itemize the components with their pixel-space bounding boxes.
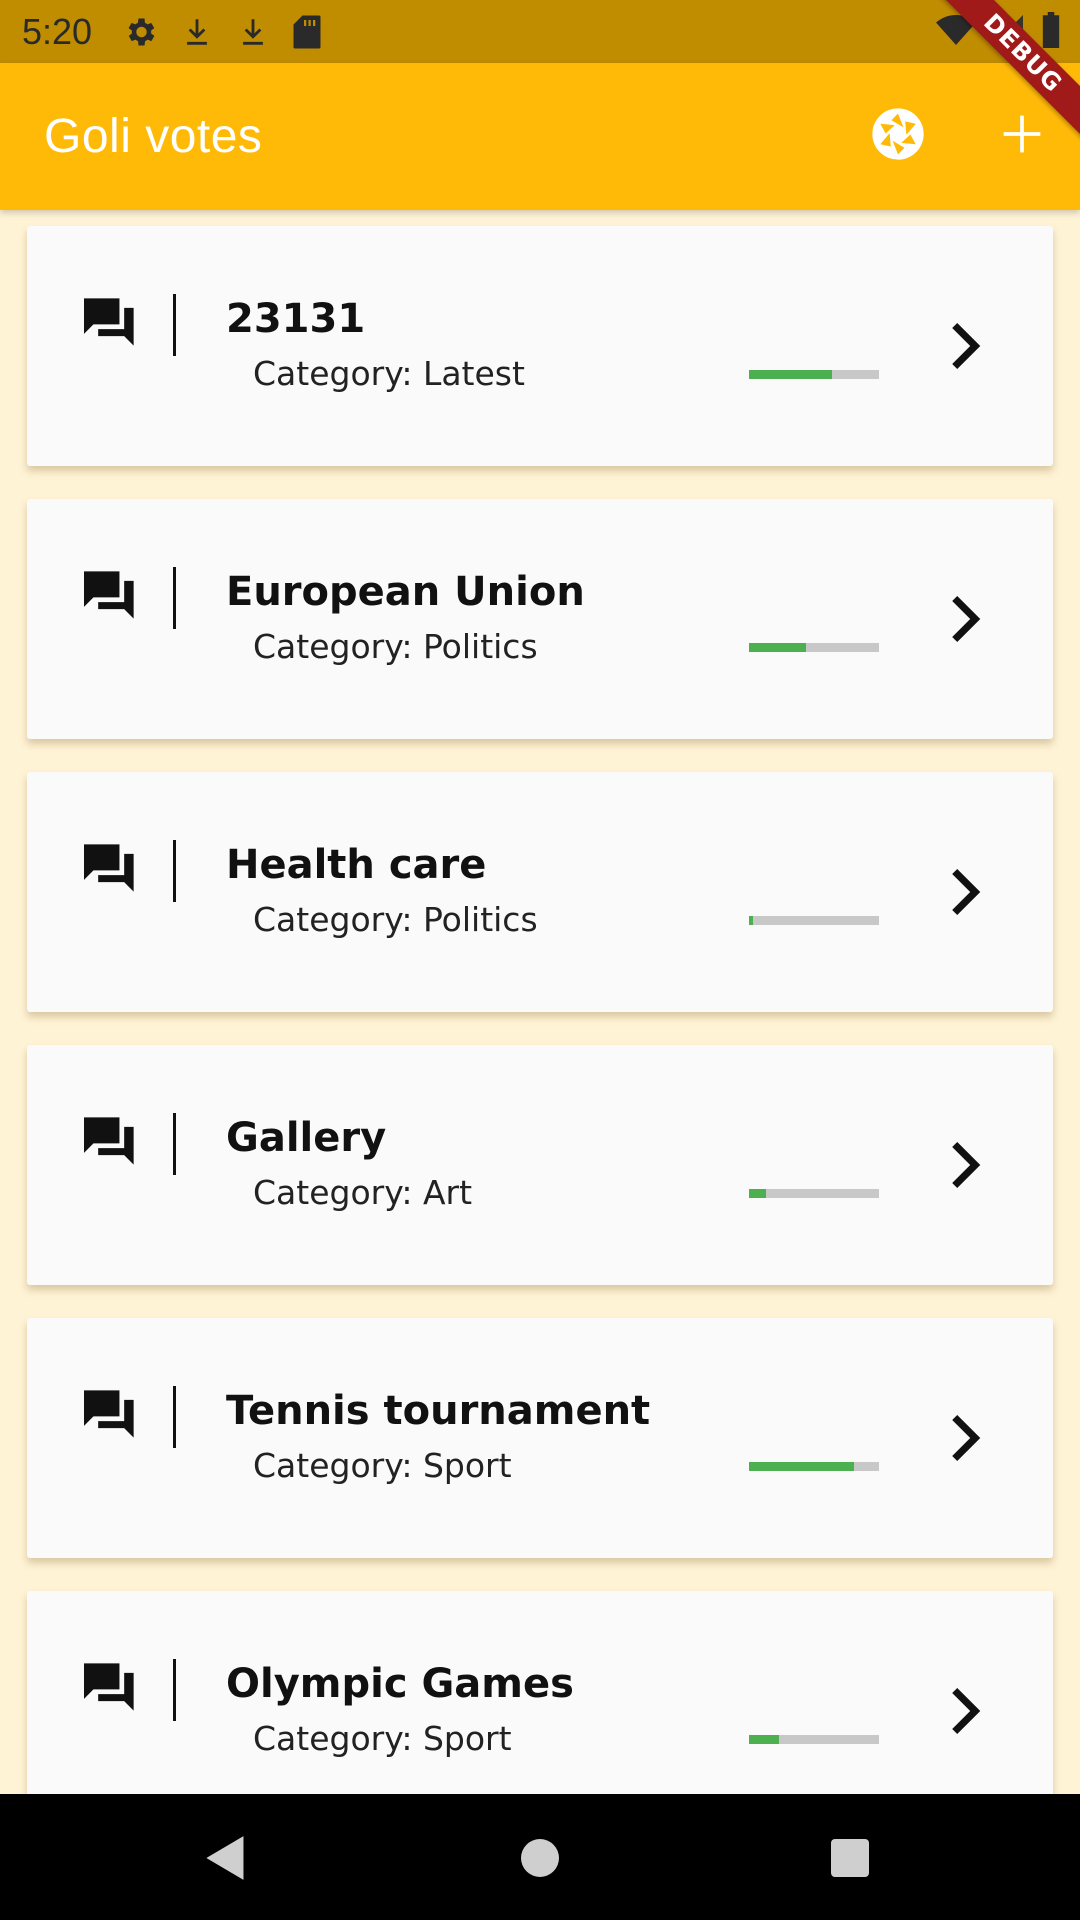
forum-icon [81,1388,139,1440]
card-divider [173,1386,176,1448]
camera-shutter-button[interactable] [870,108,926,164]
vote-title: Gallery [226,1115,387,1161]
status-time: 5:20 [22,10,93,52]
vote-title: 23131 [226,296,366,342]
card-divider [173,1113,176,1175]
forum-icon [81,1661,139,1713]
vote-card[interactable]: Gallery Category: Art [27,1045,1053,1285]
chevron-right-icon[interactable] [943,595,983,643]
download-icon [180,14,214,50]
forum-icon [81,842,139,894]
vote-card[interactable]: Olympic Games Category: Sport [27,1591,1053,1794]
home-button[interactable] [510,1830,570,1890]
vote-category: Category: Politics [253,627,538,666]
vote-progress-bar [749,1462,879,1471]
vote-title: Tennis tournament [226,1388,651,1434]
back-icon [204,1834,248,1886]
card-divider [173,840,176,902]
vote-progress-fill [749,1189,766,1198]
card-divider [173,294,176,356]
vote-card[interactable]: Health care Category: Politics [27,772,1053,1012]
card-divider [173,1659,176,1721]
app-bar: Goli votes [0,63,1080,210]
vote-category: Category: Art [253,1173,473,1212]
forum-icon [81,296,139,348]
vote-category: Category: Politics [253,900,538,939]
chevron-right-icon[interactable] [943,322,983,370]
chevron-right-icon[interactable] [943,1414,983,1462]
sd-card-icon [292,14,322,50]
recents-button[interactable] [820,1830,880,1890]
vote-title: Olympic Games [226,1661,574,1707]
download-icon [236,14,270,50]
vote-card[interactable]: European Union Category: Politics [27,499,1053,739]
vote-progress-bar [749,1189,879,1198]
status-bar: 5:20 [0,0,1080,63]
camera-shutter-icon [870,106,926,166]
app-title: Goli votes [44,110,263,163]
vote-category: Category: Sport [253,1719,512,1758]
debug-banner: DEBUG [920,0,1080,160]
vote-progress-fill [749,643,807,652]
vote-category: Category: Sport [253,1446,512,1485]
vote-progress-bar [749,916,879,925]
vote-progress-fill [749,916,753,925]
forum-icon [81,569,139,621]
card-divider [173,567,176,629]
vote-card[interactable]: Tennis tournament Category: Sport [27,1318,1053,1558]
home-icon [520,1838,560,1882]
system-nav-bar [0,1794,1080,1920]
forum-icon [81,1115,139,1167]
recents-icon [830,1838,870,1882]
vote-title: Health care [226,842,487,888]
vote-card[interactable]: 23131 Category: Latest [27,226,1053,466]
chevron-right-icon[interactable] [943,1687,983,1735]
settings-icon [122,14,158,50]
vote-progress-bar [749,643,879,652]
vote-progress-fill [749,370,833,379]
debug-banner-label: DEBUG [936,0,1080,140]
vote-progress-bar [749,1735,879,1744]
chevron-right-icon[interactable] [943,868,983,916]
back-button[interactable] [196,1830,256,1890]
vote-progress-fill [749,1735,779,1744]
vote-progress-fill [749,1462,855,1471]
vote-category: Category: Latest [253,354,525,393]
vote-list: 23131 Category: Latest European Union Ca… [0,210,1080,1794]
vote-progress-bar [749,370,879,379]
vote-title: European Union [226,569,585,615]
chevron-right-icon[interactable] [943,1141,983,1189]
